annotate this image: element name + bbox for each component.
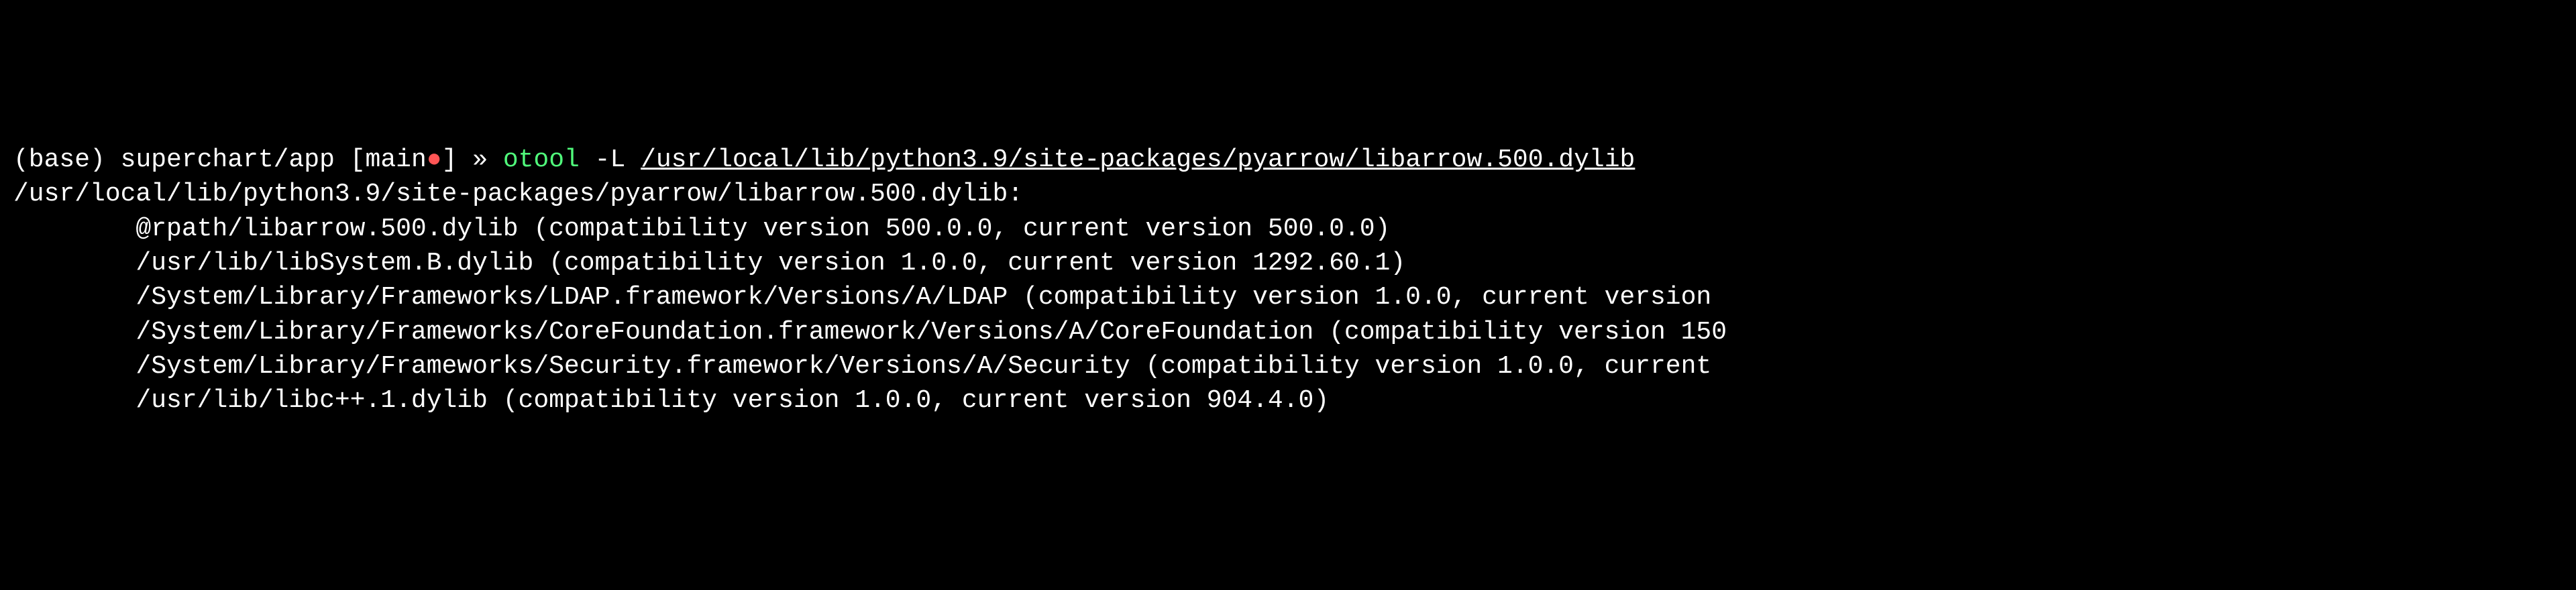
cwd-path: superchart/app: [121, 145, 335, 174]
output-line: /System/Library/Frameworks/Security.fram…: [13, 352, 1727, 381]
output-line: /System/Library/Frameworks/LDAP.framewor…: [13, 283, 1727, 312]
command-flag: -L: [595, 145, 626, 174]
terminal-output: (base) superchart/app [main●] » otool -L…: [13, 143, 2563, 418]
git-branch: main: [366, 145, 427, 174]
prompt-symbol: »: [472, 145, 488, 174]
output-line: /System/Library/Frameworks/CoreFoundatio…: [13, 318, 1727, 347]
output-line: @rpath/libarrow.500.dylib (compatibility…: [13, 215, 1390, 243]
git-dirty-icon: ●: [427, 145, 442, 174]
output-header-line: /usr/local/lib/python3.9/site-packages/p…: [13, 180, 1023, 209]
command-argument: /usr/local/lib/python3.9/site-packages/p…: [641, 145, 1635, 174]
command-name: otool: [503, 145, 580, 174]
prompt-line[interactable]: (base) superchart/app [main●] » otool -L…: [13, 145, 1635, 174]
output-line: /usr/lib/libc++.1.dylib (compatibility v…: [13, 386, 1329, 415]
branch-open-bracket: [: [350, 145, 366, 174]
output-line: /usr/lib/libSystem.B.dylib (compatibilit…: [13, 249, 1405, 278]
branch-close-bracket: ]: [442, 145, 458, 174]
conda-env: (base): [13, 145, 105, 174]
